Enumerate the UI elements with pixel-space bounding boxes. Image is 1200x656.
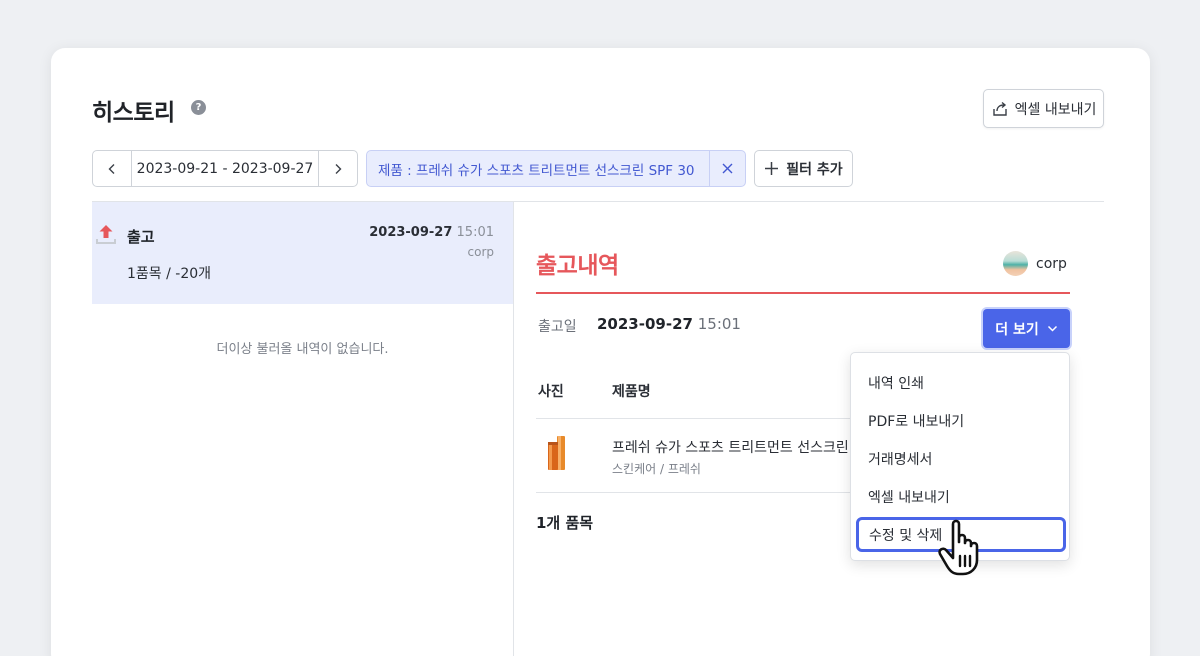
excel-export-button[interactable]: 엑셀 내보내기 — [983, 89, 1104, 128]
item-count: 1개 품목 — [536, 514, 594, 532]
detail-title: 출고내역 — [536, 253, 619, 279]
chevron-right-icon — [335, 163, 342, 174]
menu-item-print[interactable]: 내역 인쇄 — [868, 373, 924, 393]
more-button[interactable]: 더 보기 — [983, 309, 1070, 348]
excel-export-label: 엑셀 내보내기 — [1014, 101, 1097, 118]
add-filter-label: 필터 추가 — [786, 161, 843, 178]
history-user: corp — [467, 245, 495, 259]
product-name[interactable]: 프레쉬 슈가 스포츠 트리트먼트 선스크린 SPF 30 — [612, 437, 850, 457]
hand-pointer-icon — [938, 519, 979, 576]
menu-item-export-pdf[interactable]: PDF로 내보내기 — [868, 411, 964, 431]
filter-chip-label: 제품 : 프레쉬 슈가 스포츠 트리트먼트 선스크린 SPF 30 — [378, 162, 695, 179]
history-list-item[interactable]: 출고 1품목 / -20개 2023-09-27 15:01 corp — [92, 202, 513, 304]
column-header-product: 제품명 — [612, 384, 651, 400]
ship-date-value: 2023-09-27 15:01 — [597, 315, 741, 333]
product-filter-chip[interactable]: 제품 : 프레쉬 슈가 스포츠 트리트먼트 선스크린 SPF 30 — [366, 150, 746, 187]
column-header-photo: 사진 — [538, 384, 564, 400]
history-card: 히스토리 ? 엑셀 내보내기 2023-09-21 - 2023-09-27 제… — [51, 48, 1150, 656]
history-datetime: 2023-09-27 15:01 — [369, 225, 494, 240]
prev-range-button[interactable] — [93, 151, 131, 186]
menu-item-statement[interactable]: 거래명세서 — [868, 449, 932, 469]
product-thumbnail — [548, 436, 565, 470]
add-filter-button[interactable]: 필터 추가 — [754, 150, 853, 187]
more-button-label: 더 보기 — [995, 321, 1039, 338]
export-icon — [992, 101, 1007, 116]
plus-icon — [765, 162, 779, 175]
ship-date: 2023-09-27 — [597, 315, 693, 333]
chevron-left-icon — [108, 163, 115, 174]
avatar — [1003, 251, 1028, 276]
remove-filter-button[interactable] — [709, 151, 745, 186]
title-underline — [536, 292, 1070, 294]
ship-time: 15:01 — [697, 315, 741, 333]
empty-list-message: 더이상 불러올 내역이 없습니다. — [216, 342, 389, 357]
history-time: 15:01 — [456, 225, 494, 240]
close-icon — [722, 163, 733, 174]
history-date: 2023-09-27 — [369, 225, 453, 240]
detail-user: corp — [1003, 251, 1067, 276]
product-category: 스킨케어 / 프레쉬 — [612, 462, 701, 476]
detail-user-name: corp — [1036, 255, 1067, 272]
next-range-button[interactable] — [319, 151, 357, 186]
chevron-down-icon — [1047, 325, 1057, 332]
history-summary: 1품목 / -20개 — [127, 266, 212, 282]
page-title: 히스토리 — [92, 100, 175, 126]
history-type: 출고 — [127, 228, 155, 246]
ship-date-label: 출고일 — [538, 319, 577, 335]
menu-item-export-excel[interactable]: 엑셀 내보내기 — [868, 487, 950, 507]
date-range-value[interactable]: 2023-09-21 - 2023-09-27 — [131, 151, 319, 186]
date-range-picker: 2023-09-21 - 2023-09-27 — [92, 150, 358, 187]
upload-arrow-icon — [96, 225, 116, 244]
panel-divider — [513, 202, 514, 656]
help-icon[interactable]: ? — [191, 100, 206, 115]
